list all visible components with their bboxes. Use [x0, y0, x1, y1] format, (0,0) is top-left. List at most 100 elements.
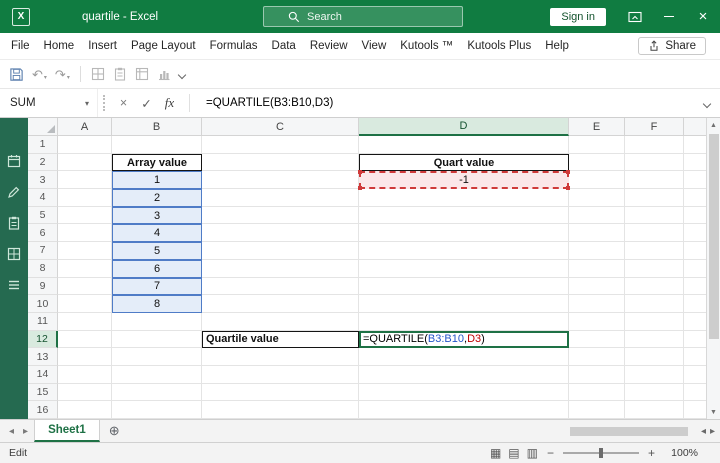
select-all-button[interactable] — [28, 118, 58, 136]
qat-grid-button[interactable] — [91, 67, 105, 81]
cell-C15[interactable] — [202, 383, 359, 402]
row-header-12[interactable]: 12 — [28, 330, 58, 349]
cell-D8[interactable] — [359, 259, 569, 278]
cell-B2[interactable]: Array value — [112, 153, 202, 172]
menu-item-page-layout[interactable]: Page Layout — [124, 33, 203, 59]
cell-C2[interactable] — [202, 153, 359, 172]
cell-E14[interactable] — [569, 365, 625, 384]
zoom-level[interactable]: 100% — [664, 447, 698, 459]
menu-item-help[interactable]: Help — [538, 33, 576, 59]
cell-C9[interactable] — [202, 277, 359, 296]
column-header-E[interactable]: E — [569, 118, 625, 136]
cell-D14[interactable] — [359, 365, 569, 384]
formula-bar-input[interactable]: =QUARTILE(B3:B10,D3) — [198, 97, 333, 109]
row-header-13[interactable]: 13 — [28, 348, 58, 366]
kutools-table-icon[interactable] — [7, 247, 21, 261]
zoom-out-button[interactable]: − — [547, 446, 554, 460]
cell-B3[interactable]: 1 — [112, 171, 202, 190]
cell-F14[interactable] — [625, 365, 684, 384]
cell-A16[interactable] — [58, 401, 112, 419]
cell-E2[interactable] — [569, 153, 625, 172]
cell-D6[interactable] — [359, 224, 569, 243]
cell-E10[interactable] — [569, 295, 625, 313]
cell-F16[interactable] — [625, 401, 684, 419]
cell-E9[interactable] — [569, 277, 625, 296]
cell-B7[interactable]: 5 — [112, 242, 202, 260]
cell-B8[interactable]: 6 — [112, 259, 202, 278]
menu-item-file[interactable]: File — [4, 33, 37, 59]
menu-item-kutools[interactable]: Kutools ™ — [393, 33, 460, 59]
menu-item-formulas[interactable]: Formulas — [203, 33, 265, 59]
cell-E15[interactable] — [569, 383, 625, 402]
cell-A3[interactable] — [58, 171, 112, 190]
cell-F9[interactable] — [625, 277, 684, 296]
normal-view-icon[interactable]: ▦ — [490, 446, 501, 460]
row-header-10[interactable]: 10 — [28, 295, 58, 313]
cell-F5[interactable] — [625, 206, 684, 225]
cell-B16[interactable] — [112, 401, 202, 419]
cell-C3[interactable] — [202, 171, 359, 190]
cell-F2[interactable] — [625, 153, 684, 172]
row-header-4[interactable]: 4 — [28, 189, 58, 207]
cell-C14[interactable] — [202, 365, 359, 384]
cell-F7[interactable] — [625, 242, 684, 260]
share-button[interactable]: Share — [638, 37, 706, 55]
cell-A1[interactable] — [58, 136, 112, 154]
cell-A8[interactable] — [58, 259, 112, 278]
cell-D2[interactable]: Quart value — [359, 153, 569, 172]
cell-F11[interactable] — [625, 312, 684, 331]
menu-item-insert[interactable]: Insert — [81, 33, 124, 59]
cell-D5[interactable] — [359, 206, 569, 225]
row-header-16[interactable]: 16 — [28, 401, 58, 419]
expand-formula-bar-button[interactable] — [702, 94, 712, 112]
cell-C8[interactable] — [202, 259, 359, 278]
cell-A13[interactable] — [58, 348, 112, 366]
cell-F13[interactable] — [625, 348, 684, 366]
cell-B15[interactable] — [112, 383, 202, 402]
redo-button[interactable]: ↷ ▾ — [55, 68, 70, 81]
cell-D12[interactable]: =QUARTILE(B3:B10, D3) — [359, 330, 569, 349]
cell-A6[interactable] — [58, 224, 112, 243]
cell-B9[interactable]: 7 — [112, 277, 202, 296]
cell-C16[interactable] — [202, 401, 359, 419]
cell-A4[interactable] — [58, 189, 112, 207]
cell-E4[interactable] — [569, 189, 625, 207]
column-header-C[interactable]: C — [202, 118, 359, 136]
tab-next-icon[interactable]: ▸ — [23, 426, 28, 437]
page-layout-view-icon[interactable]: ▤ — [508, 446, 519, 460]
cell-D1[interactable] — [359, 136, 569, 154]
row-header-3[interactable]: 3 — [28, 171, 58, 190]
cell-E8[interactable] — [569, 259, 625, 278]
cell-C4[interactable] — [202, 189, 359, 207]
cell-A14[interactable] — [58, 365, 112, 384]
cell-D10[interactable] — [359, 295, 569, 313]
row-header-8[interactable]: 8 — [28, 259, 58, 278]
column-header-B[interactable]: B — [112, 118, 202, 136]
cell-C11[interactable] — [202, 312, 359, 331]
zoom-in-button[interactable]: + — [648, 446, 655, 460]
column-header-A[interactable]: A — [58, 118, 112, 136]
customize-qat-button[interactable] — [177, 65, 187, 83]
cell-B14[interactable] — [112, 365, 202, 384]
name-box[interactable]: SUM ▾ — [0, 89, 98, 117]
cell-F1[interactable] — [625, 136, 684, 154]
qat-sheet-button[interactable] — [135, 67, 149, 81]
cell-E6[interactable] — [569, 224, 625, 243]
row-header-1[interactable]: 1 — [28, 136, 58, 154]
kutools-list-icon[interactable] — [7, 278, 21, 292]
search-box[interactable]: Search — [263, 6, 463, 27]
cell-A10[interactable] — [58, 295, 112, 313]
menu-item-review[interactable]: Review — [303, 33, 355, 59]
ribbon-display-options-button[interactable] — [618, 0, 652, 33]
cell-B11[interactable] — [112, 312, 202, 331]
save-button[interactable] — [9, 67, 24, 82]
row-header-2[interactable]: 2 — [28, 153, 58, 172]
cell-C13[interactable] — [202, 348, 359, 366]
sign-in-button[interactable]: Sign in — [550, 7, 606, 26]
menu-item-data[interactable]: Data — [265, 33, 303, 59]
tab-sheet1[interactable]: Sheet1 — [34, 420, 100, 442]
cell-C10[interactable] — [202, 295, 359, 313]
cell-F4[interactable] — [625, 189, 684, 207]
cell-E5[interactable] — [569, 206, 625, 225]
name-box-dropdown-icon[interactable]: ▾ — [85, 99, 89, 108]
